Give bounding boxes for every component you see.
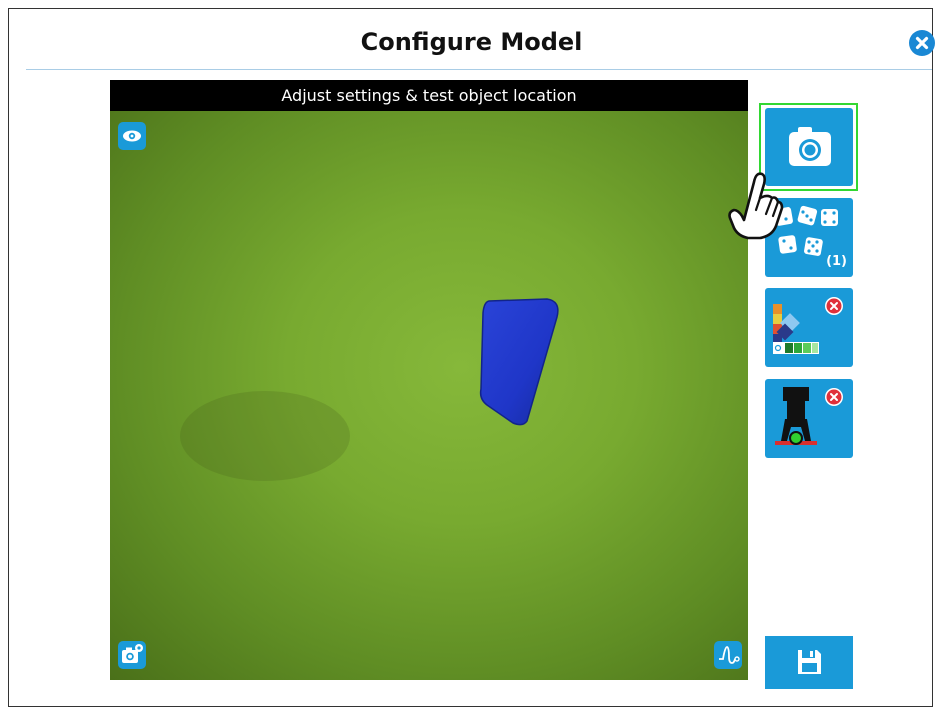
eye-icon [123, 130, 141, 142]
surface-shadow [180, 391, 350, 481]
close-icon [915, 36, 929, 50]
hand-pointer-icon [728, 172, 784, 240]
color-settings-button[interactable] [765, 288, 853, 367]
dialog-title: Configure Model [360, 28, 583, 56]
camera-feed[interactable] [110, 111, 748, 680]
title-divider [26, 69, 932, 70]
close-button[interactable] [909, 30, 935, 56]
camera-settings-icon [122, 644, 143, 663]
view-toggle-button[interactable] [118, 122, 146, 150]
gripper-icon [775, 387, 843, 445]
camera-header: Adjust settings & test object location [110, 80, 748, 111]
color-palette-icon [773, 297, 843, 354]
sample-count: (1) [826, 254, 847, 269]
save-button[interactable] [765, 636, 853, 689]
camera-view: Adjust settings & test object location [110, 80, 748, 680]
signal-button[interactable] [714, 641, 742, 669]
save-icon [798, 650, 821, 674]
camera-settings-button[interactable] [118, 641, 146, 669]
gripper-settings-button[interactable] [765, 379, 853, 458]
detected-object [479, 298, 559, 426]
waveform-icon [719, 646, 740, 664]
